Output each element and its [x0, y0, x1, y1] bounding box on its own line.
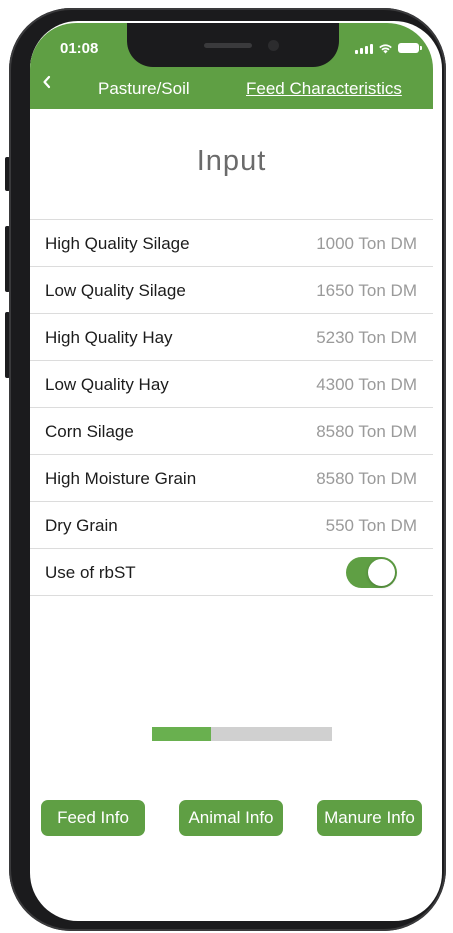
list-item[interactable]: Low Quality Hay 4300 Ton DM: [30, 361, 433, 408]
manure-info-button[interactable]: Manure Info: [317, 800, 422, 836]
page-title: Input: [196, 145, 267, 177]
progress-bar: [152, 727, 332, 741]
toggle-knob: [368, 559, 395, 586]
row-label: Dry Grain: [45, 516, 118, 535]
row-label: High Moisture Grain: [45, 469, 197, 488]
row-label: High Quality Hay: [45, 328, 173, 347]
row-value[interactable]: 8580 Ton DM: [316, 469, 417, 489]
list-item[interactable]: High Moisture Grain 8580 Ton DM: [30, 455, 433, 502]
list-item[interactable]: Low Quality Silage 1650 Ton DM: [30, 267, 433, 314]
row-label: High Quality Silage: [45, 234, 190, 253]
row-value[interactable]: 8580 Ton DM: [316, 422, 417, 442]
list-item[interactable]: High Quality Hay 5230 Ton DM: [30, 314, 433, 361]
status-icons: [355, 41, 422, 55]
progress-fill: [152, 727, 212, 741]
animal-info-button[interactable]: Animal Info: [179, 800, 283, 836]
row-value[interactable]: 550 Ton DM: [326, 516, 417, 536]
app-screen: 01:08 Pasture/Soil Feed Characteristics …: [30, 23, 433, 911]
header-bar: 01:08 Pasture/Soil Feed Characteristics: [30, 23, 433, 109]
row-label: Corn Silage: [45, 422, 134, 441]
battery-icon: [398, 43, 422, 53]
nav-feed-characteristics[interactable]: Feed Characteristics: [246, 79, 402, 99]
input-list: High Quality Silage 1000 Ton DM Low Qual…: [30, 219, 433, 596]
row-value[interactable]: 4300 Ton DM: [316, 375, 417, 395]
wifi-icon: [378, 43, 393, 54]
list-item[interactable]: High Quality Silage 1000 Ton DM: [30, 220, 433, 267]
row-label: Low Quality Hay: [45, 375, 169, 394]
list-item[interactable]: Corn Silage 8580 Ton DM: [30, 408, 433, 455]
rbst-toggle[interactable]: [346, 557, 397, 588]
list-item[interactable]: Dry Grain 550 Ton DM: [30, 502, 433, 549]
rbst-row: Use of rbST: [30, 549, 433, 596]
notch: [127, 23, 339, 67]
row-value[interactable]: 5230 Ton DM: [316, 328, 417, 348]
rbst-label: Use of rbST: [45, 563, 136, 582]
speaker: [204, 43, 252, 48]
camera-icon: [268, 40, 279, 51]
nav-pasture-soil[interactable]: Pasture/Soil: [98, 79, 190, 99]
row-value[interactable]: 1650 Ton DM: [316, 281, 417, 301]
page: 01:08 Pasture/Soil Feed Characteristics …: [0, 0, 453, 933]
signal-icon: [355, 43, 373, 54]
row-label: Low Quality Silage: [45, 281, 186, 300]
feed-info-button[interactable]: Feed Info: [41, 800, 145, 836]
chevron-left-icon[interactable]: [42, 75, 52, 89]
status-time: 01:08: [60, 40, 99, 57]
row-value[interactable]: 1000 Ton DM: [316, 234, 417, 254]
